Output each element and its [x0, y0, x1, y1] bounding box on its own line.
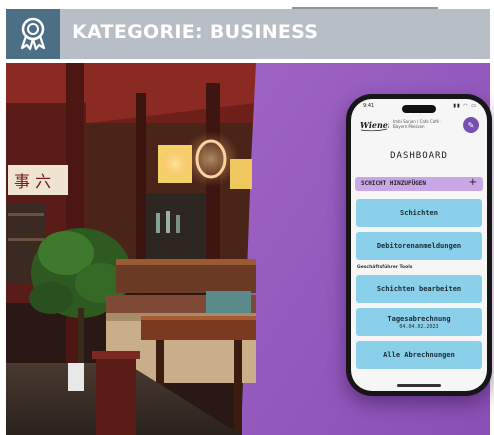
- category-title: KATEGORIE: BUSINESS: [72, 21, 319, 43]
- app-header: Wiener Imbi Sarjan / Cafe Café · Bayern …: [359, 116, 479, 136]
- edit-shifts-button[interactable]: Schichten bearbeiten: [356, 275, 482, 303]
- shifts-button[interactable]: Schichten: [356, 199, 482, 227]
- plus-icon: +: [468, 177, 477, 188]
- shifts-button-label: Schichten: [400, 209, 438, 217]
- dashboard-title: DASHBOARD: [390, 151, 448, 161]
- dynamic-island: [402, 105, 436, 113]
- store-name: Imbi Sarjan / Cafe Café · Bayern Meissen: [393, 119, 442, 129]
- manager-tools-label: Geschäftsführer Tools: [357, 265, 413, 270]
- status-time: 9:41: [363, 103, 375, 109]
- debtor-registrations-label: Debitorenanmeldungen: [376, 242, 462, 250]
- add-shift-label: SCHICHT HINZUFÜGEN: [361, 180, 427, 187]
- home-indicator: [397, 384, 441, 387]
- phone-screen: 9:41 ▮▮ ◠ ▭ Wiener Imbi Sarjan / Cafe Ca…: [351, 99, 487, 391]
- app-logo-text: Wiener: [360, 120, 389, 130]
- edit-shifts-label: Schichten bearbeiten: [376, 285, 462, 293]
- debtor-registrations-button[interactable]: Debitorenanmeldungen: [356, 232, 482, 260]
- edit-button[interactable]: ✎: [463, 117, 479, 133]
- daily-billing-button[interactable]: Tagesabrechnung 04.04.02.2023: [356, 308, 482, 336]
- add-shift-button[interactable]: SCHICHT HINZUFÜGEN +: [355, 177, 483, 191]
- phone-mockup: 9:41 ▮▮ ◠ ▭ Wiener Imbi Sarjan / Cafe Ca…: [346, 94, 492, 396]
- status-icons: ▮▮ ◠ ▭: [453, 103, 477, 109]
- daily-billing-label: Tagesabrechnung: [387, 314, 451, 323]
- sign-text: 事 六: [14, 172, 51, 191]
- award-ribbon-icon: [6, 9, 60, 59]
- category-header: KATEGORIE: BUSINESS: [6, 9, 490, 59]
- all-billings-button[interactable]: Alle Abrechnungen: [356, 341, 482, 369]
- app-logo: Wiener: [359, 118, 389, 132]
- daily-billing-date: 04.04.02.2023: [399, 323, 439, 330]
- all-billings-label: Alle Abrechnungen: [383, 351, 455, 359]
- pencil-icon: ✎: [467, 120, 475, 130]
